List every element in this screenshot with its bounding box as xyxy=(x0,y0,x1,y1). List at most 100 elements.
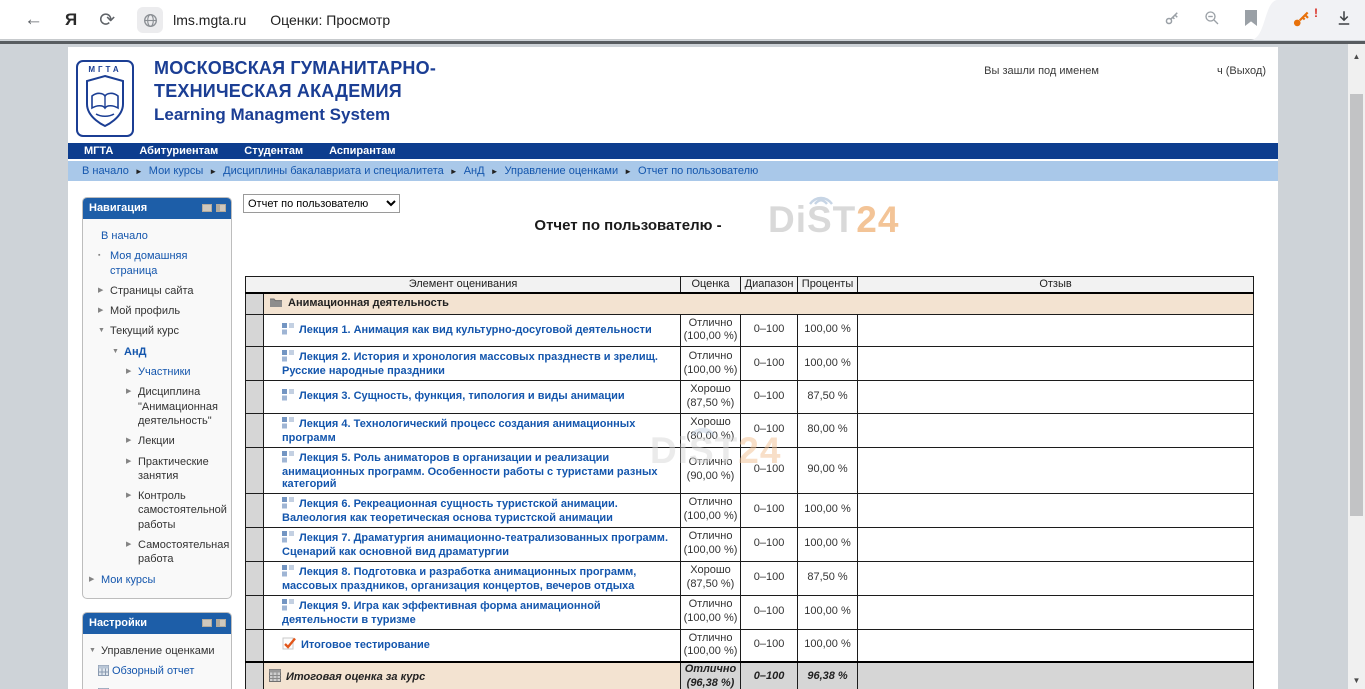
sidebar-item: ▶Мой профиль xyxy=(86,301,228,321)
dock-block-icon[interactable] xyxy=(216,619,226,627)
item-name-cell: Лекция 1. Анимация как вид культурно-дос… xyxy=(264,314,681,347)
item-link[interactable]: Лекция 8. Подготовка и разработка анимац… xyxy=(282,566,636,592)
total-percent-cell: 96,38 % xyxy=(798,662,858,689)
item-name-cell: Лекция 4. Технологический процесс создан… xyxy=(264,413,681,447)
nav-menu-item[interactable]: Абитуриентам xyxy=(139,145,218,157)
settings-items: ▼Управление оценкамиОбзорный отчетОтчет … xyxy=(83,634,231,689)
item-link[interactable]: Лекция 4. Технологический процесс создан… xyxy=(282,418,635,444)
collapse-block-icon[interactable] xyxy=(202,619,212,627)
report-select[interactable]: Отчет по пользователю xyxy=(243,194,400,213)
percent-cell: 100,00 % xyxy=(798,347,858,381)
window-edge xyxy=(0,41,1365,44)
item-link[interactable]: Лекция 7. Драматургия анимационно-театра… xyxy=(282,532,668,558)
settings-block-title: Настройки xyxy=(89,617,147,629)
sidebar-item-label: Мои курсы xyxy=(101,573,155,587)
item-name-cell: Лекция 8. Подготовка и разработка анимац… xyxy=(264,561,681,595)
collapsed-marker-icon: ▶ xyxy=(98,304,110,315)
sidebar-item-label: Лекции xyxy=(138,434,175,448)
indent-cell xyxy=(246,314,264,347)
back-icon[interactable]: ← xyxy=(24,9,43,31)
collapsed-marker-icon: ▶ xyxy=(126,385,138,396)
lms-subtitle: Learning Managment System xyxy=(154,103,436,127)
academy-line2: ТЕХНИЧЕСКАЯ АКАДЕМИЯ xyxy=(154,80,436,103)
sidebar-item[interactable]: ▪Моя домашняя страница xyxy=(86,246,228,281)
calculator-icon xyxy=(269,669,281,685)
item-link[interactable]: Итоговое тестирование xyxy=(301,639,430,651)
dock-block-icon[interactable] xyxy=(216,204,226,212)
col-header-feedback: Отзыв xyxy=(858,277,1254,293)
navigation-block: Навигация В начало▪Моя домашняя страница… xyxy=(82,197,232,599)
lesson-icon xyxy=(282,323,294,338)
col-header-percent: Проценты xyxy=(798,277,858,293)
item-link[interactable]: Лекция 9. Игра как эффективная форма ани… xyxy=(282,600,601,626)
item-name-cell: Итоговое тестирование xyxy=(264,629,681,662)
collapsed-marker-icon: ▶ xyxy=(126,538,138,549)
grade-percent: (96,38 %) xyxy=(681,677,740,689)
vertical-scrollbar[interactable]: ▲ ▼ xyxy=(1348,44,1365,689)
password-key-icon[interactable] xyxy=(1163,9,1181,32)
nav-menu-item[interactable]: Студентам xyxy=(244,145,303,157)
page-title: Отчет по пользователю - xyxy=(243,217,1013,234)
sidebar-item[interactable]: ▼АнД xyxy=(86,342,228,362)
feedback-cell xyxy=(858,347,1254,381)
sidebar-item[interactable]: ▶Участники xyxy=(86,362,228,382)
item-name-cell: Лекция 3. Сущность, функция, типология и… xyxy=(264,381,681,414)
password-alert-icon[interactable]: ! xyxy=(1291,10,1311,30)
sidebar-item-label: Моя домашняя страница xyxy=(110,249,228,278)
table-row: Лекция 8. Подготовка и разработка анимац… xyxy=(246,561,1254,595)
tab-title: Оценки: Просмотр xyxy=(270,12,390,28)
scroll-down-icon[interactable]: ▼ xyxy=(1348,676,1365,685)
grade-word: Отлично xyxy=(683,456,738,470)
sidebar-item[interactable]: Обзорный отчет xyxy=(86,661,228,683)
grade-percent: (100,00 %) xyxy=(683,330,738,344)
address-bar[interactable]: lms.mgta.ru Оценки: Просмотр xyxy=(137,7,390,33)
sidebar-item[interactable]: Отчет по пользователю xyxy=(86,684,228,689)
breadcrumb-item[interactable]: В начало xyxy=(82,165,129,177)
collapse-block-icon[interactable] xyxy=(202,204,212,212)
yandex-logo[interactable]: Я xyxy=(65,10,77,30)
item-link[interactable]: Лекция 1. Анимация как вид культурно-дос… xyxy=(299,324,652,336)
grade-percent: (90,00 %) xyxy=(683,470,738,484)
collapsed-marker-icon: ▶ xyxy=(89,573,101,584)
sidebar-item-label: АнД xyxy=(124,345,146,359)
sidebar-item-label: Самостоятельная работа xyxy=(138,538,229,567)
scroll-up-icon[interactable]: ▲ xyxy=(1348,52,1365,61)
collapsed-marker-icon: ▶ xyxy=(126,455,138,466)
percent-cell: 100,00 % xyxy=(798,595,858,629)
indent-cell xyxy=(246,493,264,527)
sidebar-item: ▶Самостоятельная работа xyxy=(86,535,228,570)
page-url[interactable]: lms.mgta.ru xyxy=(173,12,246,28)
range-cell: 0–100 xyxy=(741,447,798,493)
percent-cell: 100,00 % xyxy=(798,314,858,347)
scrollbar-thumb[interactable] xyxy=(1350,94,1363,516)
item-link[interactable]: Лекция 5. Роль аниматоров в организации … xyxy=(282,452,658,490)
refresh-icon[interactable]: ⟳ xyxy=(99,9,115,32)
item-link[interactable]: Лекция 2. История и хронология массовых … xyxy=(282,351,658,377)
sidebar-item[interactable]: ▶Мои курсы xyxy=(86,570,228,590)
sidebar-item[interactable]: В начало xyxy=(86,226,228,246)
grade-word: Хорошо xyxy=(683,383,738,397)
sidebar-item-label: Мой профиль xyxy=(110,304,180,318)
item-link[interactable]: Лекция 3. Сущность, функция, типология и… xyxy=(299,390,625,402)
breadcrumb-item[interactable]: Отчет по пользователю xyxy=(638,165,758,177)
grade-word: Отлично xyxy=(683,632,738,646)
total-label: Итоговая оценка за курс xyxy=(286,671,425,683)
item-name-cell: Лекция 6. Рекреационная сущность туристс… xyxy=(264,493,681,527)
indent-cell xyxy=(246,347,264,381)
download-icon[interactable] xyxy=(1335,9,1353,32)
breadcrumb-item[interactable]: Дисциплины бакалавриата и специалитета xyxy=(223,165,444,177)
grade-percent: (100,00 %) xyxy=(683,612,738,626)
table-row: Лекция 9. Игра как эффективная форма ани… xyxy=(246,595,1254,629)
item-link[interactable]: Лекция 6. Рекреационная сущность туристс… xyxy=(282,498,618,524)
bullet-marker-icon: ▪ xyxy=(98,249,110,260)
collapsed-marker-icon: ▶ xyxy=(126,489,138,500)
zoom-icon[interactable] xyxy=(1203,9,1221,32)
breadcrumb-item[interactable]: Управление оценками xyxy=(505,165,619,177)
nav-menu-item[interactable]: МГТА xyxy=(84,145,113,157)
logout-link[interactable]: ч (Выход) xyxy=(1217,65,1266,77)
grade-word: Отлично xyxy=(681,663,740,677)
nav-menu-item[interactable]: Аспирантам xyxy=(329,145,395,157)
breadcrumb-item[interactable]: Мои курсы xyxy=(149,165,203,177)
breadcrumb-item[interactable]: АнД xyxy=(464,165,485,177)
item-name-cell: Лекция 9. Игра как эффективная форма ани… xyxy=(264,595,681,629)
